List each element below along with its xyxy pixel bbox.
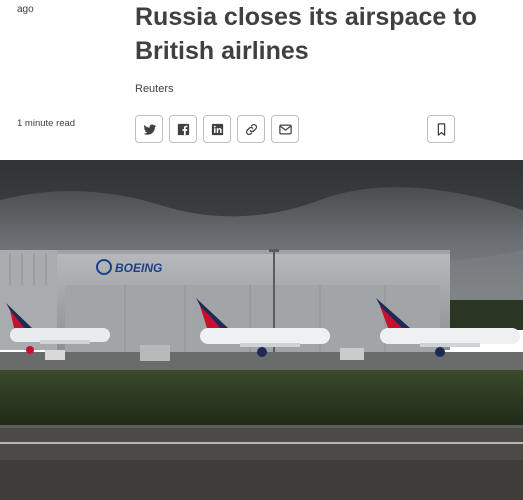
- timestamp-ago: ago: [17, 4, 34, 15]
- copy-link-button[interactable]: [237, 115, 265, 143]
- read-time: 1 minute read: [17, 118, 76, 129]
- share-email-button[interactable]: [271, 115, 299, 143]
- article-byline[interactable]: Reuters: [135, 83, 174, 95]
- facebook-icon: [177, 123, 189, 135]
- linkedin-icon: [211, 123, 223, 135]
- share-facebook-button[interactable]: [169, 115, 197, 143]
- share-toolbar: [135, 115, 299, 143]
- share-linkedin-button[interactable]: [203, 115, 231, 143]
- article-photo: BOEING: [0, 160, 523, 500]
- hangar-photo-illustration: BOEING: [0, 160, 523, 500]
- link-icon: [245, 123, 257, 135]
- email-icon: [278, 124, 292, 134]
- bookmark-icon: [437, 122, 445, 136]
- share-twitter-button[interactable]: [135, 115, 163, 143]
- twitter-icon: [143, 124, 156, 135]
- bookmark-button[interactable]: [427, 115, 455, 143]
- article-headline: Russia closes its airspace to British ai…: [135, 3, 477, 65]
- hangar-sign: BOEING: [115, 261, 162, 275]
